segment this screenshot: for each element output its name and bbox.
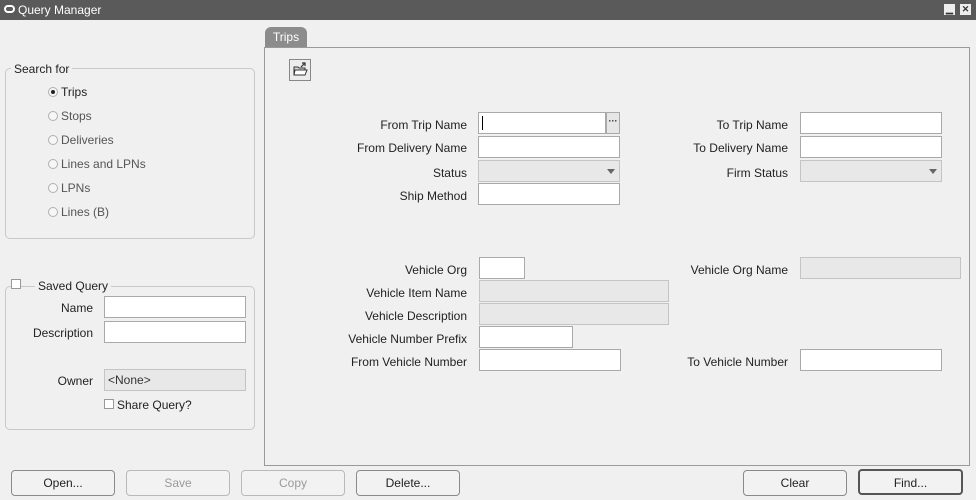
radio-deliveries-label[interactable]: Deliveries bbox=[61, 133, 114, 147]
radio-stops[interactable] bbox=[48, 111, 58, 121]
from-delivery-name-label: From Delivery Name bbox=[356, 141, 467, 155]
share-query-checkbox[interactable] bbox=[104, 399, 114, 409]
owner-label: Owner bbox=[57, 374, 93, 388]
open-button[interactable]: Open... bbox=[11, 470, 115, 496]
radio-lpns-label[interactable]: LPNs bbox=[61, 181, 90, 195]
close-icon[interactable]: ✕ bbox=[960, 4, 971, 15]
ship-method-input[interactable] bbox=[478, 183, 620, 205]
vehicle-description-field bbox=[479, 303, 669, 325]
description-input[interactable] bbox=[104, 321, 246, 343]
vehicle-number-prefix-label: Vehicle Number Prefix bbox=[348, 332, 467, 346]
radio-lines-and-lpns[interactable] bbox=[48, 159, 58, 169]
firm-status-select[interactable] bbox=[800, 160, 942, 182]
saved-query-checkbox[interactable] bbox=[11, 279, 21, 289]
to-vehicle-number-label: To Vehicle Number bbox=[687, 355, 788, 369]
vehicle-number-prefix-input[interactable] bbox=[479, 326, 573, 348]
name-input[interactable] bbox=[104, 296, 246, 318]
clear-button[interactable]: Clear bbox=[743, 470, 847, 496]
owner-field: <None> bbox=[104, 369, 246, 391]
radio-lpns[interactable] bbox=[48, 183, 58, 193]
radio-trips-label[interactable]: Trips bbox=[61, 85, 87, 99]
ellipsis-icon: ··· bbox=[608, 116, 618, 126]
app-icon bbox=[4, 5, 15, 13]
radio-lines-and-lpns-label[interactable]: Lines and LPNs bbox=[61, 157, 146, 171]
open-folder-icon bbox=[293, 62, 308, 76]
vehicle-item-name-field bbox=[479, 280, 669, 302]
firm-status-label: Firm Status bbox=[726, 166, 788, 180]
from-trip-name-lov-button[interactable]: ··· bbox=[606, 112, 620, 134]
search-for-group bbox=[5, 68, 255, 239]
radio-stops-label[interactable]: Stops bbox=[61, 109, 92, 123]
window-title: Query Manager bbox=[18, 3, 102, 17]
vehicle-item-name-label: Vehicle Item Name bbox=[366, 286, 467, 300]
to-vehicle-number-input[interactable] bbox=[800, 349, 942, 371]
title-bar: Query Manager ▁ ✕ bbox=[0, 0, 976, 20]
from-trip-name-label: From Trip Name bbox=[380, 118, 467, 132]
saved-query-label: Saved Query bbox=[35, 279, 112, 293]
status-select[interactable] bbox=[478, 160, 620, 182]
from-delivery-name-input[interactable] bbox=[478, 136, 620, 158]
description-label: Description bbox=[32, 326, 93, 340]
vehicle-description-label: Vehicle Description bbox=[364, 309, 467, 323]
from-vehicle-number-input[interactable] bbox=[479, 349, 621, 371]
radio-lines[interactable] bbox=[48, 207, 58, 217]
to-trip-name-label: To Trip Name bbox=[716, 118, 788, 132]
status-label: Status bbox=[432, 166, 467, 180]
to-delivery-name-input[interactable] bbox=[800, 136, 942, 158]
chevron-down-icon bbox=[929, 169, 937, 174]
open-folder-button[interactable] bbox=[289, 59, 311, 81]
from-trip-name-input[interactable] bbox=[478, 112, 606, 134]
save-button[interactable]: Save bbox=[126, 470, 230, 496]
find-button[interactable]: Find... bbox=[858, 469, 963, 495]
vehicle-org-name-label: Vehicle Org Name bbox=[690, 263, 788, 277]
delete-button[interactable]: Delete... bbox=[356, 470, 460, 496]
radio-lines-label[interactable]: Lines (B) bbox=[61, 205, 109, 219]
name-label: Name bbox=[60, 301, 93, 315]
radio-trips[interactable] bbox=[48, 87, 58, 97]
tab-trips[interactable]: Trips bbox=[265, 27, 307, 48]
copy-button[interactable]: Copy bbox=[241, 470, 345, 496]
ship-method-label: Ship Method bbox=[399, 189, 467, 203]
from-vehicle-number-label: From Vehicle Number bbox=[350, 355, 467, 369]
chevron-down-icon bbox=[607, 169, 615, 174]
to-trip-name-input[interactable] bbox=[800, 112, 942, 134]
minimize-icon[interactable]: ▁ bbox=[944, 4, 955, 15]
search-for-legend: Search for bbox=[11, 62, 73, 76]
share-query-label[interactable]: Share Query? bbox=[117, 398, 192, 412]
vehicle-org-input[interactable] bbox=[479, 257, 525, 279]
vehicle-org-label: Vehicle Org bbox=[404, 263, 467, 277]
vehicle-org-name-field bbox=[800, 257, 961, 279]
to-delivery-name-label: To Delivery Name bbox=[693, 141, 788, 155]
radio-deliveries[interactable] bbox=[48, 135, 58, 145]
text-caret bbox=[482, 116, 483, 130]
